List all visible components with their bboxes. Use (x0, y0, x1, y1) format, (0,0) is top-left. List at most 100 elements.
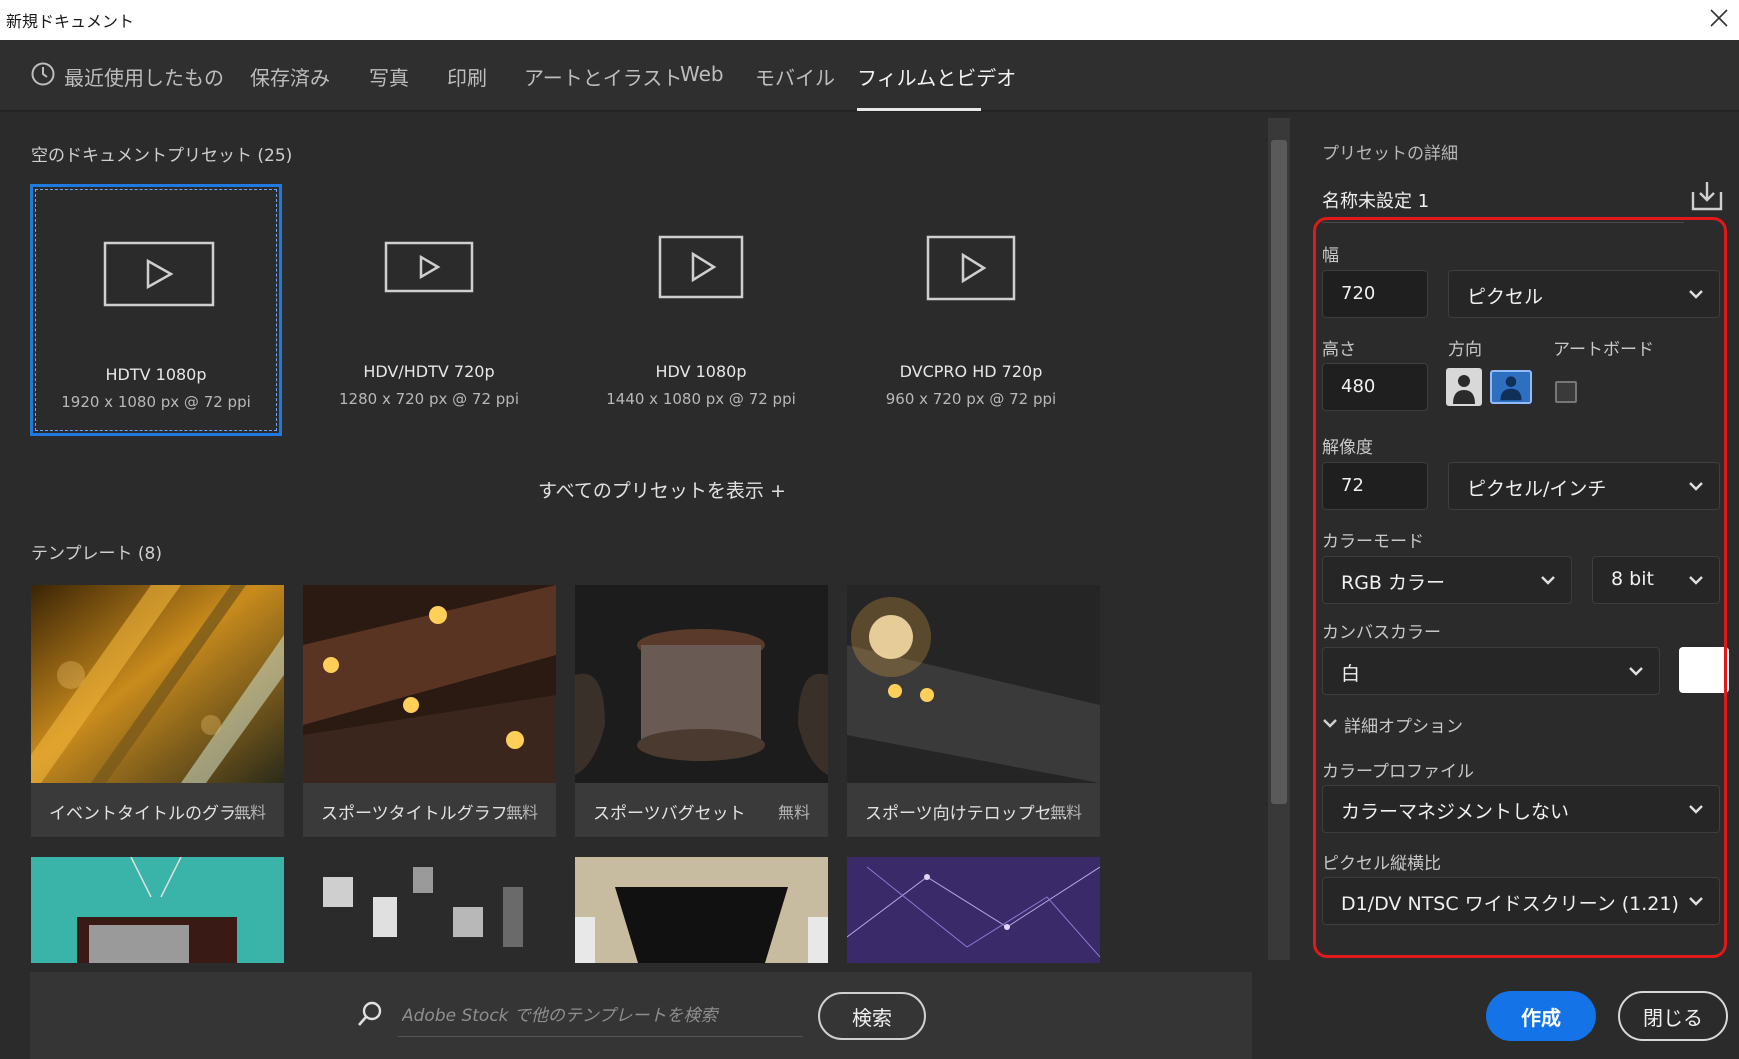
tab-saved[interactable]: 保存済み (250, 62, 330, 91)
canvas-color-swatch[interactable] (1679, 647, 1729, 693)
resolution-label: 解像度 (1322, 438, 1373, 458)
presets-heading-text: 空のドキュメントプリセット (31, 146, 252, 166)
width-input[interactable]: 720 (1322, 270, 1428, 318)
preset-name: HDTV 1080p (105, 365, 207, 384)
height-label: 高さ (1322, 340, 1356, 360)
template-card[interactable]: スポーツタイトルグラフ... 無料 (303, 585, 556, 837)
preset-details-heading: プリセットの詳細 (1322, 144, 1458, 164)
template-thumbnail[interactable] (847, 857, 1100, 963)
template-thumbnail[interactable] (31, 857, 284, 963)
color-mode-label: カラーモード (1322, 532, 1424, 552)
presets-count: (25) (257, 146, 293, 166)
clock-icon (31, 62, 55, 86)
chevron-down-icon (1689, 482, 1703, 491)
template-price: 無料 (1049, 803, 1082, 822)
template-name: イベントタイトルのグラ... (49, 804, 253, 824)
create-button[interactable]: 作成 (1486, 991, 1596, 1041)
save-preset-icon[interactable] (1690, 180, 1724, 212)
tab-recent[interactable]: 最近使用したもの (64, 62, 224, 91)
template-thumbnail[interactable] (303, 857, 556, 963)
template-thumbnail[interactable] (575, 857, 828, 963)
template-card[interactable]: スポーツバグセット 無料 (575, 585, 828, 837)
preset-name: DVCPRO HD 720p (899, 362, 1043, 381)
close-icon[interactable] (1705, 4, 1733, 32)
pixel-aspect-label: ピクセル縦横比 (1322, 854, 1441, 874)
template-name: スポーツバグセット (593, 804, 746, 824)
template-price: 無料 (233, 803, 266, 822)
template-card[interactable]: スポーツ向けテロップセ... 無料 (847, 585, 1100, 837)
template-thumbnail (575, 585, 828, 783)
chevron-down-icon (1541, 576, 1555, 585)
presets-heading: 空のドキュメントプリセット (25) (31, 141, 292, 166)
templates-count: (8) (137, 544, 162, 564)
preset-card[interactable]: HDV/HDTV 720p 1280 x 720 px @ 72 ppi (303, 184, 555, 436)
tab-art-illustration[interactable]: アートとイラスト (524, 62, 682, 91)
preset-size: 1280 x 720 px @ 72 ppi (339, 390, 519, 408)
pixel-aspect-select[interactable]: D1/DV NTSC ワイドスクリーン (1.21) (1322, 877, 1720, 925)
tab-photo[interactable]: 写真 (369, 62, 409, 91)
search-icon (358, 1001, 382, 1026)
resolution-input[interactable]: 72 (1322, 462, 1428, 510)
video-document-icon (926, 235, 1016, 301)
templates-heading-text: テンプレート (31, 544, 133, 564)
tab-web[interactable]: Web (680, 62, 724, 86)
category-tabs: 最近使用したもの 保存済み 写真 印刷 アートとイラスト Web モバイル フィ… (0, 40, 1739, 112)
template-card[interactable]: イベントタイトルのグラ... 無料 (31, 585, 284, 837)
height-input[interactable]: 480 (1322, 363, 1428, 411)
resolution-unit-select[interactable]: ピクセル/インチ (1448, 462, 1720, 510)
pixel-aspect-value: D1/DV NTSC ワイドスクリーン (1.21) (1341, 893, 1679, 915)
color-mode-value: RGB カラー (1341, 572, 1445, 594)
template-price: 無料 (777, 803, 810, 822)
window-title: 新規ドキュメント (6, 12, 135, 31)
preset-name: HDV 1080p (655, 362, 747, 381)
portrait-orientation-icon[interactable] (1446, 368, 1482, 406)
color-profile-label: カラープロファイル (1322, 762, 1474, 782)
chevron-down-icon (1689, 576, 1703, 585)
stock-search-input[interactable] (398, 995, 803, 1037)
document-name-underline (1322, 222, 1684, 223)
scrollbar-thumb[interactable] (1271, 140, 1287, 804)
width-unit-select[interactable]: ピクセル (1448, 270, 1720, 318)
tab-mobile[interactable]: モバイル (755, 62, 835, 91)
width-unit-value: ピクセル (1467, 286, 1544, 308)
show-all-presets-link[interactable]: すべてのプリセットを表示 + (538, 476, 786, 503)
color-mode-select[interactable]: RGB カラー (1322, 556, 1572, 604)
canvas-color-value: 白 (1341, 663, 1361, 685)
preset-size: 1920 x 1080 px @ 72 ppi (61, 393, 251, 411)
templates-heading: テンプレート (8) (31, 539, 162, 564)
bit-depth-select[interactable]: 8 bit (1592, 556, 1720, 604)
canvas-color-select[interactable]: 白 (1322, 647, 1660, 695)
template-thumbnail (303, 585, 556, 783)
preset-card[interactable]: HDV 1080p 1440 x 1080 px @ 72 ppi (575, 184, 827, 436)
color-profile-select[interactable]: カラーマネジメントしない (1322, 785, 1720, 833)
template-name: スポーツタイトルグラフ... (321, 804, 524, 824)
template-thumbnail (847, 585, 1100, 783)
template-thumbnail (31, 585, 284, 783)
orientation-label: 方向 (1448, 340, 1482, 360)
template-price: 無料 (505, 803, 538, 822)
search-button[interactable]: 検索 (818, 992, 926, 1040)
preset-card[interactable]: HDTV 1080p 1920 x 1080 px @ 72 ppi (30, 184, 282, 436)
title-bar: 新規ドキュメント (0, 0, 1739, 40)
chevron-down-icon (1689, 897, 1703, 906)
video-document-icon (384, 241, 474, 293)
template-name: スポーツ向けテロップセ... (865, 804, 1068, 824)
chevron-down-icon (1689, 805, 1703, 814)
video-document-icon (103, 241, 215, 307)
preset-name: HDV/HDTV 720p (363, 362, 495, 381)
artboard-label: アートボード (1553, 340, 1654, 360)
canvas-color-label: カンバスカラー (1322, 623, 1441, 643)
video-document-icon (658, 235, 744, 299)
advanced-options-label: 詳細オプション (1344, 717, 1463, 737)
bit-depth-value: 8 bit (1611, 568, 1654, 590)
width-label: 幅 (1322, 246, 1339, 266)
tab-print[interactable]: 印刷 (447, 62, 487, 91)
active-tab-indicator (857, 108, 981, 111)
preset-card[interactable]: DVCPRO HD 720p 960 x 720 px @ 72 ppi (845, 184, 1097, 436)
chevron-down-icon (1629, 667, 1643, 676)
landscape-orientation-icon[interactable] (1490, 370, 1532, 404)
close-button[interactable]: 閉じる (1618, 991, 1728, 1041)
artboard-checkbox[interactable] (1555, 381, 1577, 403)
tab-film-video[interactable]: フィルムとビデオ (857, 62, 1016, 91)
document-name-field[interactable]: 名称未設定 1 (1322, 187, 1682, 213)
